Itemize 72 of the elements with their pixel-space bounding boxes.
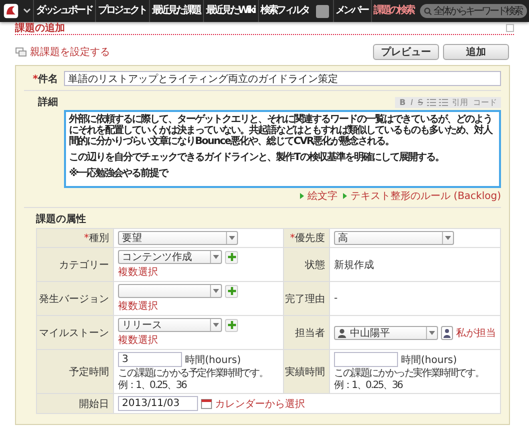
- select-field[interactable]: [118, 284, 222, 298]
- search-field[interactable]: 全体からキーワード検索: [420, 4, 527, 18]
- subject-field[interactable]: 単語のリストアップとライティング両立のガイドライン策定: [64, 71, 501, 86]
- attribute-label: *優先度: [290, 232, 325, 245]
- calendar-icon[interactable]: [201, 398, 212, 409]
- select-field[interactable]: リリース: [118, 318, 222, 332]
- nav-item[interactable]: プロジェクト: [95, 0, 149, 22]
- bullet-list-icon[interactable]: [427, 98, 436, 106]
- help-link[interactable]: 絵文字: [300, 189, 338, 203]
- attribute-label: 担当者: [295, 326, 325, 340]
- attribute-label: 開始日: [79, 398, 109, 410]
- multi-select-link[interactable]: 複数選択: [118, 333, 279, 347]
- detail-field[interactable]: 外部に依頼するに際して、ターゲットクエリと、それに関連するワードの一覧はできているが、どのようにそれを配置していくかは決まっていない。共起語などはともすれば類似しているものも多いため、対人間的に分かりづらい文章になりBounce悪化や、総じてCVR悪化が懸念される。 この辺りを自分でチェックできるガイドラインと、製作Tの検収基準を明確にして展開する。 ※一応勉強会やる前提で: [64, 110, 501, 188]
- unit-text: 時間(hours): [185, 354, 241, 366]
- number-list-icon[interactable]: [439, 98, 448, 106]
- date-field[interactable]: 2013/11/03: [118, 396, 198, 411]
- field-label: 詳細: [36, 96, 58, 109]
- caret-icon: [213, 255, 219, 259]
- caret-icon: [213, 323, 219, 327]
- hint-text: この課題にかかる予定作業時間です。: [118, 368, 269, 379]
- person-icon[interactable]: [441, 326, 453, 340]
- caret-icon: [445, 236, 451, 240]
- status-text: 新規作成: [334, 258, 375, 272]
- form-button[interactable]: 追加: [443, 44, 509, 60]
- add-button[interactable]: [225, 284, 238, 298]
- assign-me-link[interactable]: 私が担当: [456, 326, 496, 340]
- status-text: -: [334, 293, 339, 304]
- parent-issue-link[interactable]: 親課題を設定する: [15, 45, 110, 59]
- form-button[interactable]: プレビュー: [373, 44, 439, 60]
- help-icon[interactable]: [506, 24, 514, 32]
- select-field[interactable]: 要望: [118, 231, 238, 245]
- nav-item[interactable]: 最近見た課題: [149, 0, 203, 22]
- avatar-icon[interactable]: [316, 4, 329, 18]
- nav-item[interactable]: 課題の検索: [370, 0, 417, 22]
- select-field[interactable]: コンテンツ作成: [118, 250, 222, 264]
- caret-icon: [213, 289, 219, 293]
- multi-select-link[interactable]: 複数選択: [118, 299, 279, 313]
- hours-field[interactable]: [334, 352, 398, 367]
- multi-select-link[interactable]: 複数選択: [118, 265, 279, 279]
- attribute-label: 完了理由: [285, 292, 325, 306]
- attribute-label: 状態: [305, 258, 325, 272]
- windows-icon: [15, 47, 27, 57]
- unit-text: 時間(hours): [401, 354, 457, 366]
- avatar-icon: [337, 328, 347, 338]
- add-button[interactable]: [225, 250, 238, 264]
- hint-text: この課題にかかった実作業時間です。: [334, 368, 485, 379]
- attribute-label: 予定時間: [69, 366, 109, 378]
- select-field[interactable]: 中山陽平: [334, 326, 438, 340]
- attribute-label: 実績時間: [285, 366, 325, 378]
- page-title: 課題の追加: [15, 22, 65, 34]
- attribute-label: マイルストーン: [39, 326, 109, 340]
- calendar-link[interactable]: カレンダーから選択: [215, 396, 305, 410]
- attribute-label: 発生バージョン: [39, 292, 109, 306]
- nav-item[interactable]: 検索フィルタ: [258, 0, 312, 22]
- nav-item[interactable]: 最近見たWiki: [203, 0, 258, 22]
- caret-icon: [229, 236, 235, 240]
- hint-text: 例：1、0.25、36: [334, 380, 404, 391]
- caret-icon: [429, 330, 435, 334]
- help-link[interactable]: テキスト整形のルール (Backlog): [343, 189, 501, 203]
- search-icon: [424, 6, 432, 16]
- section-title: 課題の属性: [36, 212, 87, 226]
- field-label: *件名: [32, 72, 58, 86]
- nav-item[interactable]: ダッシュボード: [33, 0, 95, 22]
- attribute-label: *種別: [84, 232, 109, 245]
- logo-icon[interactable]: [1, 1, 21, 21]
- hours-field[interactable]: 3: [118, 352, 182, 367]
- add-button[interactable]: [225, 318, 238, 332]
- attribute-label: カテゴリー: [59, 258, 109, 272]
- select-field[interactable]: 高: [334, 231, 454, 245]
- hint-text: 例：1、0.25、36: [118, 380, 188, 391]
- nav-item[interactable]: メンバー: [332, 0, 371, 22]
- caret-icon[interactable]: [23, 8, 31, 14]
